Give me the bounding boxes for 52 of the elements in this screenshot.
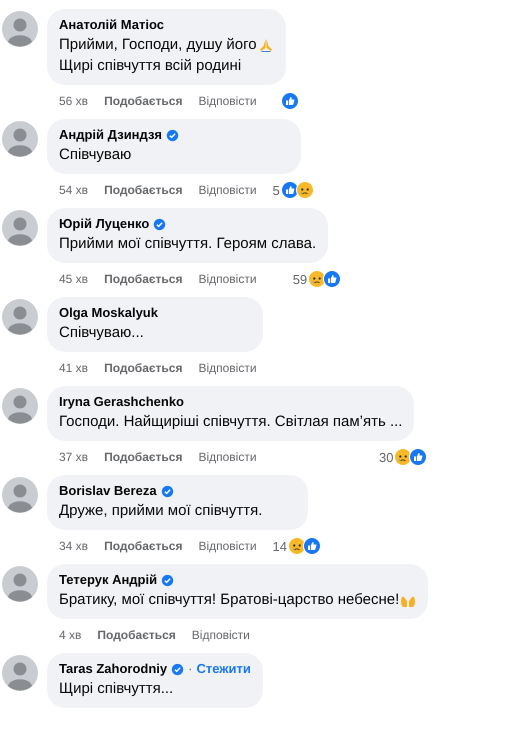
like-link[interactable]: Подобається bbox=[97, 628, 176, 642]
comment-time[interactable]: 45 хв bbox=[59, 272, 88, 286]
comment-text: Господи. Найщиріші співчуття. Світлая пам’ять ... bbox=[59, 412, 402, 432]
reply-link[interactable]: Відповісти bbox=[198, 361, 257, 375]
comment-time[interactable]: 37 хв bbox=[59, 450, 88, 464]
like-link[interactable]: Подобається bbox=[104, 539, 182, 553]
reply-link[interactable]: Відповісти bbox=[198, 94, 257, 108]
comment-text: Співчуваю... bbox=[59, 323, 144, 343]
avatar-icon[interactable] bbox=[2, 210, 38, 246]
comment-text: Прийми, Господи, душу його bbox=[59, 35, 257, 55]
reaction-count[interactable]: 59 bbox=[292, 272, 308, 286]
like-link[interactable]: Подобається bbox=[104, 272, 182, 286]
avatar-icon[interactable] bbox=[2, 11, 38, 47]
author-name[interactable]: Анатолій Матіос bbox=[59, 16, 164, 34]
avatar-icon[interactable] bbox=[2, 566, 38, 602]
comment-time[interactable]: 54 хв bbox=[59, 183, 88, 197]
reaction-count[interactable]: 5 bbox=[272, 182, 280, 198]
separator-dot: · bbox=[188, 660, 192, 678]
reply-link[interactable]: Відповісти bbox=[198, 183, 257, 197]
like-link[interactable]: Подобається bbox=[104, 450, 182, 464]
author-name[interactable]: Юрій Луценко bbox=[59, 215, 150, 233]
like-link[interactable]: Подобається bbox=[104, 183, 182, 197]
author-name[interactable]: Taras Zahorodniy bbox=[59, 660, 168, 678]
comment-text: Друже, прийми мої співчуття. bbox=[59, 501, 262, 521]
reply-link[interactable]: Відповісти bbox=[198, 272, 257, 286]
author-name[interactable]: Iryna Gerashchenko bbox=[59, 393, 184, 411]
comment-text: Щирі співчуття всій родині bbox=[59, 56, 242, 76]
avatar-icon[interactable] bbox=[2, 121, 38, 157]
comment-text: Прийми мої співчуття. Героям слава. bbox=[59, 234, 316, 254]
like-link[interactable]: Подобається bbox=[104, 361, 182, 375]
avatar-icon[interactable] bbox=[2, 655, 38, 691]
avatar-icon[interactable] bbox=[2, 477, 38, 513]
comment-time[interactable]: 4 хв bbox=[59, 628, 82, 642]
follow-link[interactable]: Стежити bbox=[196, 660, 251, 678]
avatar-icon[interactable] bbox=[2, 299, 38, 335]
author-name[interactable]: Olga Moskalyuk bbox=[59, 304, 158, 322]
author-name[interactable]: Borislav Bereza bbox=[59, 482, 157, 500]
comment-text: Братику, мої співчуття! Братові-царство небесне! bbox=[59, 590, 400, 610]
comment-text: Співчуваю bbox=[59, 145, 132, 165]
avatar-icon[interactable] bbox=[2, 388, 38, 424]
author-name[interactable]: Тетерук Андрій bbox=[59, 571, 158, 589]
reply-link[interactable]: Відповісти bbox=[198, 539, 257, 553]
like-link[interactable]: Подобається bbox=[104, 94, 182, 108]
comment-time[interactable]: 34 хв bbox=[59, 539, 88, 553]
reply-link[interactable]: Відповісти bbox=[192, 628, 250, 642]
reaction-count[interactable]: 30 bbox=[379, 450, 394, 464]
comment-text: Щирі співчуття... bbox=[59, 679, 174, 699]
comment-time[interactable]: 41 хв bbox=[59, 361, 88, 375]
comment-time[interactable]: 56 хв bbox=[59, 94, 88, 108]
reaction-count[interactable]: 14 bbox=[272, 538, 288, 554]
reply-link[interactable]: Відповісти bbox=[198, 450, 257, 464]
author-name[interactable]: Андрій Дзиндзя bbox=[59, 126, 162, 144]
